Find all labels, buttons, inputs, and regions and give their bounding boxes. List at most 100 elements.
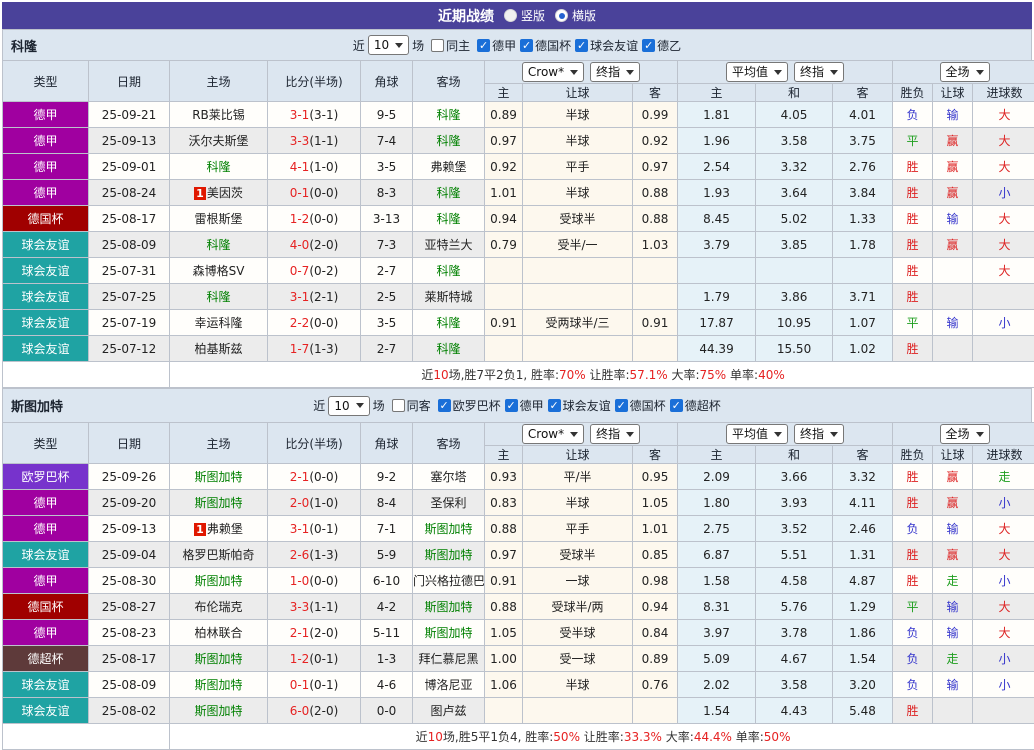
red-card-badge: 1 bbox=[194, 187, 206, 200]
radio-selected-icon[interactable] bbox=[555, 9, 568, 22]
league-filter[interactable]: ✓球会友谊 bbox=[571, 37, 638, 54]
handicap-line: 平手 bbox=[523, 154, 633, 180]
league-filter[interactable]: ✓德甲 bbox=[473, 37, 516, 54]
handicap-result-cell bbox=[933, 336, 973, 362]
corner-score: 2-7 bbox=[361, 336, 413, 362]
avg-away-odds: 3.32 bbox=[833, 464, 893, 490]
result-cell: 平 bbox=[893, 310, 933, 336]
match-row: 欧罗巴杯25-09-26斯图加特2-1(0-0)9-2塞尔塔0.93平/半0.9… bbox=[3, 464, 1034, 490]
avg-draw-odds bbox=[756, 258, 833, 284]
fulltime-score: 3-3 bbox=[290, 134, 310, 148]
odds-stage-select-2[interactable]: 终指 bbox=[794, 424, 844, 444]
summary-text: 近10场,胜7平2负1, 胜率:70% 让胜率:57.1% 大率:75% 单率:… bbox=[170, 362, 1034, 388]
period-select[interactable]: 全场 bbox=[940, 62, 990, 82]
avg-away-odds: 2.76 bbox=[833, 154, 893, 180]
fulltime-score: 3-1 bbox=[290, 290, 310, 304]
odds-stage-select[interactable]: 终指 bbox=[590, 424, 640, 444]
checkbox-checked-icon[interactable]: ✓ bbox=[520, 39, 533, 52]
bookmaker-select[interactable]: Crow* bbox=[522, 424, 584, 444]
match-row: 德甲25-08-30斯图加特1-0(0-0)6-10门兴格拉德巴赫0.91一球0… bbox=[3, 568, 1034, 594]
games-label: 场 bbox=[373, 397, 385, 414]
sub-header-handicap-result: 让球 bbox=[933, 84, 973, 102]
team-name-text: 柏基斯兹 bbox=[194, 342, 242, 356]
checkbox-checked-icon[interactable]: ✓ bbox=[615, 399, 628, 412]
match-type-badge: 德甲 bbox=[3, 568, 89, 594]
sub-header-handicap: 让球 bbox=[523, 446, 633, 464]
period-select[interactable]: 全场 bbox=[940, 424, 990, 444]
league-filter[interactable]: ✓球会友谊 bbox=[544, 397, 611, 414]
radio-unselected-icon[interactable] bbox=[504, 9, 517, 22]
summary-row: 近10场,胜7平2负1, 胜率:70% 让胜率:57.1% 大率:75% 单率:… bbox=[3, 362, 1034, 388]
avg-draw-odds: 15.50 bbox=[756, 336, 833, 362]
checkbox-checked-icon[interactable]: ✓ bbox=[438, 399, 451, 412]
result-cell: 胜 bbox=[893, 698, 933, 724]
summary-label: 让胜率: bbox=[586, 368, 630, 382]
away-team: 科隆 bbox=[413, 128, 485, 154]
checkbox-checked-icon[interactable]: ✓ bbox=[477, 39, 490, 52]
crown-home-odds: 1.06 bbox=[485, 672, 523, 698]
match-score: 1-2(0-1) bbox=[268, 646, 361, 672]
match-type-badge: 德甲 bbox=[3, 180, 89, 206]
result-cell: 胜 bbox=[893, 180, 933, 206]
handicap-result-cell: 输 bbox=[933, 672, 973, 698]
corner-score: 2-5 bbox=[361, 284, 413, 310]
league-filter[interactable]: ✓德乙 bbox=[638, 37, 681, 54]
odds-stage-select-value: 终指 bbox=[596, 426, 620, 442]
match-type-badge: 德甲 bbox=[3, 490, 89, 516]
avg-home-odds: 17.87 bbox=[678, 310, 756, 336]
checkbox-unchecked-icon[interactable] bbox=[431, 39, 444, 52]
team-name-text: 弗赖堡 bbox=[430, 160, 466, 174]
sub-header-handicap: 让球 bbox=[523, 84, 633, 102]
avg-home-odds: 5.09 bbox=[678, 646, 756, 672]
checkbox-checked-icon[interactable]: ✓ bbox=[670, 399, 683, 412]
col-header-away: 客场 bbox=[413, 61, 485, 102]
checkbox-unchecked-icon[interactable] bbox=[392, 399, 405, 412]
summary-value: 33.3% bbox=[624, 730, 662, 744]
fulltime-score: 2-1 bbox=[290, 470, 310, 484]
home-team: RB莱比锡 bbox=[170, 102, 268, 128]
handicap-result-cell: 输 bbox=[933, 516, 973, 542]
result-cell: 负 bbox=[893, 672, 933, 698]
same-venue-filter[interactable]: 同客 bbox=[388, 397, 431, 414]
match-count-select[interactable]: 10 bbox=[328, 396, 369, 416]
bookmaker-select[interactable]: Crow* bbox=[522, 62, 584, 82]
checkbox-checked-icon[interactable]: ✓ bbox=[575, 39, 588, 52]
match-row: 德甲25-09-20斯图加特2-0(1-0)8-4圣保利0.83半球1.051.… bbox=[3, 490, 1034, 516]
summary-label: 近 bbox=[421, 368, 433, 382]
league-filter[interactable]: ✓欧罗巴杯 bbox=[434, 397, 501, 414]
col-header-home: 主场 bbox=[170, 61, 268, 102]
chevron-down-icon bbox=[395, 43, 403, 48]
same-venue-filter[interactable]: 同主 bbox=[427, 37, 470, 54]
result-cell: 胜 bbox=[893, 568, 933, 594]
layout-option-horizontal[interactable]: 横版 bbox=[555, 7, 596, 24]
odds-stage-select-2[interactable]: 终指 bbox=[794, 62, 844, 82]
corner-score: 3-5 bbox=[361, 154, 413, 180]
crown-away-odds: 1.03 bbox=[633, 232, 678, 258]
section-header-cologne: 科隆 近 10 场 同主 ✓德甲✓德国杯✓球会友谊✓德乙 bbox=[2, 29, 1032, 60]
checkbox-checked-icon[interactable]: ✓ bbox=[505, 399, 518, 412]
away-team: 科隆 bbox=[413, 102, 485, 128]
crown-home-odds bbox=[485, 336, 523, 362]
result-cell: 负 bbox=[893, 516, 933, 542]
league-filter[interactable]: ✓德国杯 bbox=[611, 397, 666, 414]
home-team: 森博格SV bbox=[170, 258, 268, 284]
fulltime-score: 6-0 bbox=[290, 704, 310, 718]
odds-stage-select[interactable]: 终指 bbox=[590, 62, 640, 82]
league-filter[interactable]: ✓德国杯 bbox=[516, 37, 571, 54]
halftime-score: (2-0) bbox=[309, 238, 338, 252]
match-count-select[interactable]: 10 bbox=[368, 35, 409, 55]
average-select[interactable]: 平均值 bbox=[726, 62, 788, 82]
team-name-text: 亚特兰大 bbox=[424, 238, 472, 252]
average-select[interactable]: 平均值 bbox=[726, 424, 788, 444]
league-label: 德国杯 bbox=[535, 37, 571, 54]
league-filter[interactable]: ✓德甲 bbox=[501, 397, 544, 414]
checkbox-checked-icon[interactable]: ✓ bbox=[642, 39, 655, 52]
home-team: 斯图加特 bbox=[170, 698, 268, 724]
avg-away-odds bbox=[833, 258, 893, 284]
checkbox-checked-icon[interactable]: ✓ bbox=[548, 399, 561, 412]
match-type-badge: 球会友谊 bbox=[3, 672, 89, 698]
layout-option-vertical[interactable]: 竖版 bbox=[504, 7, 545, 24]
goals-result-cell: 小 bbox=[973, 180, 1034, 206]
league-filter[interactable]: ✓德超杯 bbox=[666, 397, 721, 414]
handicap-line: 受两球半/三 bbox=[523, 310, 633, 336]
